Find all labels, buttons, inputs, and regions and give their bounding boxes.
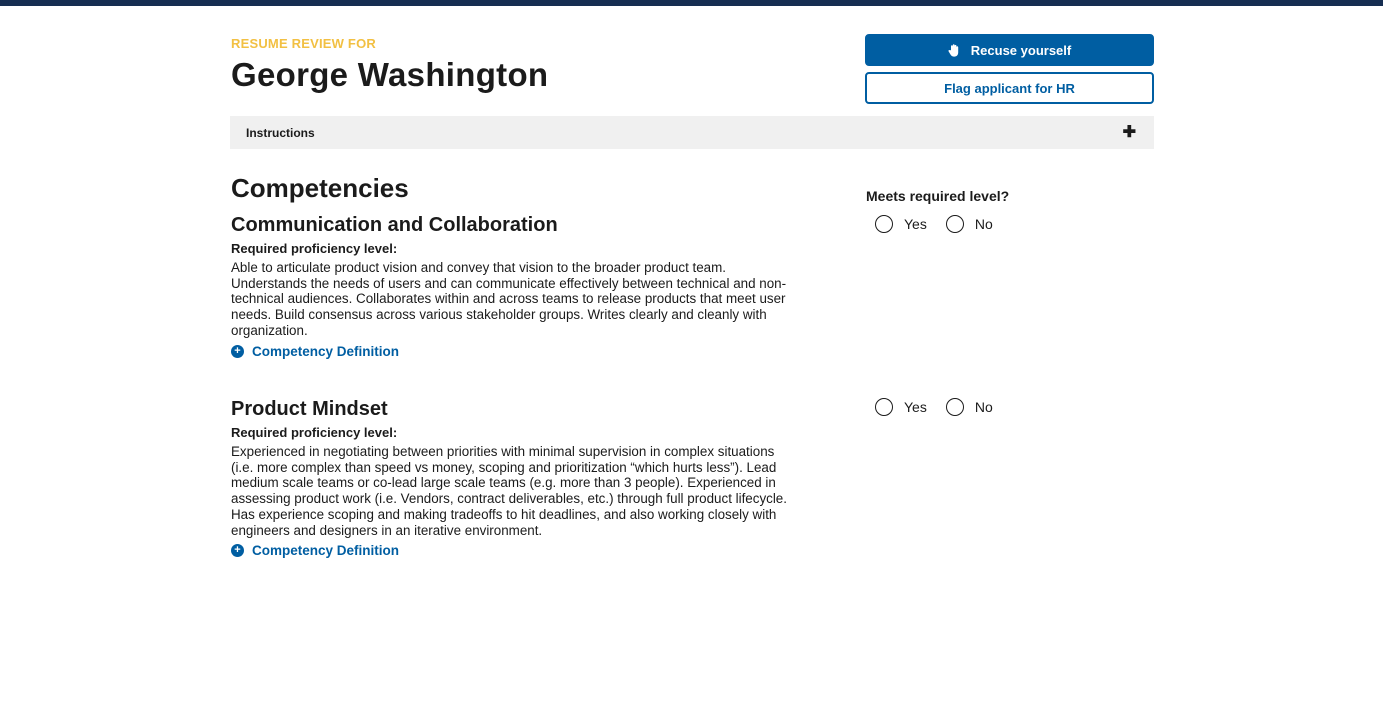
radio-yes[interactable]: Yes bbox=[875, 215, 927, 233]
radio-no[interactable]: No bbox=[945, 398, 993, 416]
radio-yes-label: Yes bbox=[904, 399, 927, 415]
radio-button[interactable] bbox=[875, 398, 893, 416]
radio-no-label: No bbox=[974, 216, 993, 232]
flag-applicant-button-label: Flag applicant for HR bbox=[944, 80, 1075, 96]
competency-definition-link[interactable]: + Competency Definition bbox=[231, 543, 791, 558]
competency-communication: Communication and Collaboration Required… bbox=[231, 213, 791, 359]
radio-yes-label: Yes bbox=[904, 216, 927, 232]
top-bar bbox=[0, 0, 1383, 6]
radio-no[interactable]: No bbox=[945, 215, 993, 233]
instructions-accordion[interactable]: Instructions ✚ bbox=[230, 116, 1154, 149]
competencies-title: Competencies bbox=[231, 173, 409, 203]
radio-group-communication: Yes No bbox=[875, 215, 1012, 233]
radio-button[interactable] bbox=[875, 215, 893, 233]
competency-product-mindset: Product Mindset Required proficiency lev… bbox=[231, 397, 791, 558]
flag-applicant-button[interactable]: Flag applicant for HR bbox=[865, 72, 1154, 104]
eyebrow-label: RESUME REVIEW FOR bbox=[231, 36, 376, 51]
required-proficiency-label: Required proficiency level: bbox=[231, 425, 398, 440]
radio-no-label: No bbox=[974, 399, 993, 415]
hand-icon bbox=[948, 43, 960, 57]
radio-yes[interactable]: Yes bbox=[875, 398, 927, 416]
required-proficiency-label: Required proficiency level: bbox=[231, 241, 398, 256]
applicant-name: George Washington bbox=[231, 56, 549, 93]
competency-name: Communication and Collaboration bbox=[231, 214, 558, 236]
instructions-label: Instructions bbox=[246, 125, 315, 140]
competency-description: Experienced in negotiating between prior… bbox=[231, 444, 787, 538]
competency-definition-label: Competency Definition bbox=[252, 343, 400, 359]
circle-plus-icon: + bbox=[231, 344, 244, 358]
recuse-button[interactable]: Recuse yourself bbox=[865, 34, 1154, 66]
radio-button[interactable] bbox=[945, 215, 964, 233]
competency-name: Product Mindset bbox=[231, 398, 388, 420]
competency-description: Able to articulate product vision and co… bbox=[231, 260, 787, 338]
radio-button[interactable] bbox=[945, 398, 964, 416]
plus-icon[interactable]: ✚ bbox=[1123, 124, 1136, 141]
competency-definition-label: Competency Definition bbox=[252, 543, 400, 559]
competency-definition-link[interactable]: + Competency Definition bbox=[231, 344, 791, 359]
radio-group-product-mindset: Yes No bbox=[875, 398, 1012, 416]
circle-plus-icon: + bbox=[231, 544, 244, 558]
meets-required-level-label: Meets required level? bbox=[866, 188, 1010, 204]
recuse-button-label: Recuse yourself bbox=[970, 42, 1072, 58]
